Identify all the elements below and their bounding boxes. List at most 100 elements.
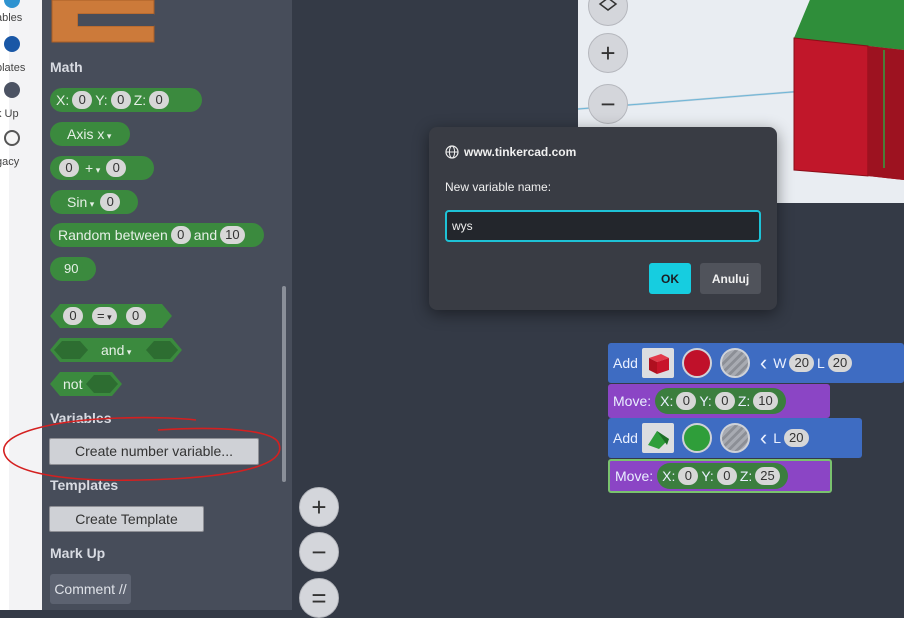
random-label: Random between (58, 227, 168, 243)
compare-right[interactable]: 0 (125, 307, 146, 325)
move-label: Move: (613, 393, 652, 409)
collapse-arrow-icon[interactable]: ‹ (760, 425, 767, 451)
box-shape-icon (648, 354, 669, 374)
x-value[interactable]: 0 (676, 392, 697, 410)
hole-swatch[interactable] (719, 348, 750, 378)
variables-dot-icon (4, 0, 20, 8)
add-label: Add (613, 355, 638, 371)
roof-shape-icon (647, 431, 669, 449)
globe-icon (445, 145, 459, 159)
comment-block[interactable]: Comment // (50, 574, 131, 604)
z-value[interactable]: 0 (149, 91, 170, 109)
loop-block[interactable] (48, 0, 158, 46)
number-value[interactable]: 90 (59, 260, 84, 278)
hole-swatch[interactable] (719, 423, 750, 453)
markup-dot-icon (4, 82, 20, 98)
random-and-label: and (193, 227, 218, 243)
category-templates[interactable]: plates (0, 36, 42, 82)
x-label: X: (662, 468, 676, 484)
z-value[interactable]: 25 (755, 467, 780, 485)
sin-value[interactable]: 0 (100, 193, 121, 211)
add-block[interactable]: Add ‹ L 20 (608, 418, 862, 458)
axis-block[interactable]: Axis x (50, 122, 130, 146)
compare-operator-dropdown[interactable]: = (92, 307, 117, 325)
xyz-block[interactable]: X: 0 Y: 0 Z: 0 (50, 88, 202, 112)
axis-dropdown[interactable]: Axis x (67, 126, 111, 142)
y-label: Y: (701, 468, 714, 484)
z-label: Z: (133, 92, 147, 108)
not-block[interactable] (50, 372, 124, 396)
color-swatch-red[interactable] (681, 348, 712, 378)
variables-section-title: Variables (50, 410, 112, 426)
width-label: W (773, 355, 787, 371)
prompt-dialog: www.tinkercad.com New variable name: OK … (429, 127, 777, 310)
equals-icon: = (311, 582, 327, 613)
random-to[interactable]: 10 (220, 226, 245, 244)
workspace-zoom-in-button[interactable]: + (299, 487, 339, 527)
home-cube-icon (598, 0, 618, 11)
shape-tile[interactable] (641, 423, 674, 453)
x-value[interactable]: 0 (72, 91, 93, 109)
x-label: X: (660, 393, 674, 409)
minus-icon: − (600, 88, 616, 119)
templates-section-title: Templates (50, 477, 119, 493)
arith-left[interactable]: 0 (59, 159, 79, 177)
random-from[interactable]: 0 (170, 226, 191, 244)
width-value[interactable]: 20 (789, 354, 814, 372)
move-label: Move: (615, 468, 654, 484)
workspace-reset-button[interactable]: = (299, 578, 339, 618)
sin-block[interactable]: Sin 0 (50, 190, 138, 214)
plus-icon: + (311, 491, 327, 522)
category-label: ables (0, 12, 23, 24)
not-label: not (63, 376, 83, 392)
color-swatch-green[interactable] (681, 423, 712, 453)
category-legacy[interactable]: gacy (0, 130, 42, 176)
length-label: L (773, 430, 782, 446)
compare-left[interactable]: 0 (63, 307, 83, 325)
x-label: X: (56, 92, 70, 108)
z-label: Z: (737, 393, 751, 409)
arithmetic-block[interactable]: 0 + 0 (50, 156, 154, 180)
collapse-arrow-icon[interactable]: ‹ (760, 350, 767, 376)
plus-icon: + (600, 37, 616, 68)
math-section-title: Math (50, 59, 83, 75)
markup-section-title: Mark Up (50, 545, 106, 561)
length-value[interactable]: 20 (827, 354, 853, 372)
create-variable-button[interactable]: Create number variable... (49, 438, 259, 465)
category-label: plates (0, 62, 26, 74)
category-markup[interactable]: k Up (0, 82, 42, 128)
viewer-zoom-in-button[interactable]: + (588, 33, 628, 73)
y-value[interactable]: 0 (110, 91, 131, 109)
templates-dot-icon (4, 36, 20, 52)
ok-button[interactable]: OK (649, 263, 691, 294)
arith-right[interactable]: 0 (106, 159, 127, 177)
legacy-dot-icon (4, 130, 20, 146)
category-label: gacy (0, 156, 20, 168)
viewer-zoom-out-button[interactable]: − (588, 84, 628, 124)
shape-tile[interactable] (641, 348, 674, 378)
palette-scrollbar[interactable] (282, 286, 286, 482)
number-block[interactable]: 90 (50, 257, 96, 281)
workspace-zoom-out-button[interactable]: − (299, 532, 339, 572)
dialog-prompt: New variable name: (445, 180, 552, 194)
length-label: L (816, 355, 825, 371)
move-block[interactable]: Move: X: 0 Y: 0 Z: 10 (608, 384, 830, 418)
minus-icon: − (311, 536, 327, 567)
function-dropdown[interactable]: Sin (67, 194, 94, 210)
add-block[interactable]: Add ‹ W 20 L 20 (608, 343, 904, 383)
z-value[interactable]: 10 (753, 392, 778, 410)
move-block-selected[interactable]: Move: X: 0 Y: 0 Z: 25 (608, 459, 832, 493)
category-strip: ables plates k Up gacy (0, 0, 42, 610)
arith-operator-dropdown[interactable]: + (85, 160, 100, 176)
random-block[interactable]: Random between 0 and 10 (50, 223, 264, 247)
y-value[interactable]: 0 (714, 392, 735, 410)
dialog-origin: www.tinkercad.com (445, 145, 576, 159)
dialog-host: www.tinkercad.com (464, 145, 577, 159)
and-dropdown[interactable]: and (101, 342, 131, 358)
create-template-button[interactable]: Create Template (49, 506, 204, 532)
variable-name-input[interactable] (445, 210, 761, 242)
length-value[interactable]: 20 (784, 429, 809, 447)
cancel-button[interactable]: Anuluj (700, 263, 761, 294)
y-value[interactable]: 0 (716, 467, 737, 485)
x-value[interactable]: 0 (678, 467, 699, 485)
